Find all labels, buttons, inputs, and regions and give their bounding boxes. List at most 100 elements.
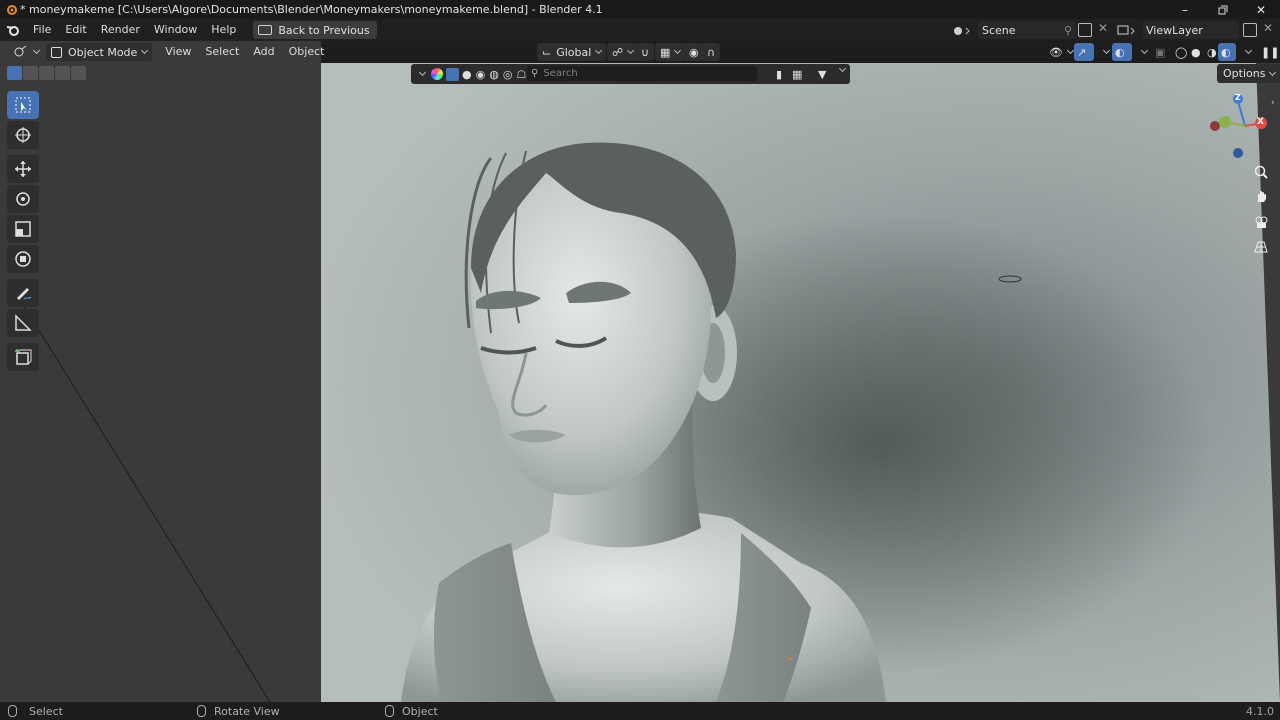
sphere2-filter-icon[interactable]: ◉ xyxy=(476,68,486,81)
delete-scene-icon[interactable]: ✕ xyxy=(1098,21,1108,35)
menu-object[interactable]: Object xyxy=(282,41,332,63)
object-filter-icon[interactable] xyxy=(446,67,459,81)
scene-field[interactable]: Scene ⚲ xyxy=(978,21,1076,39)
material-icon: ◑ xyxy=(1207,45,1217,59)
viewlayer-name: ViewLayer xyxy=(1146,23,1203,37)
screen-icon xyxy=(258,25,273,35)
navigation-gizmo[interactable]: Z X xyxy=(1205,91,1275,161)
pan-hand-icon[interactable] xyxy=(1249,184,1273,208)
sphere-filter-icon[interactable]: ● xyxy=(462,68,472,81)
gizmo-z-label: Z xyxy=(1235,93,1241,102)
render-preview xyxy=(321,63,1280,702)
restore-icon[interactable] xyxy=(1204,0,1242,19)
gizmo-x-label: X xyxy=(1257,117,1264,127)
xray-toggle[interactable]: ▣ xyxy=(1150,43,1170,61)
status-select: Select xyxy=(8,705,63,718)
select-invert-icon[interactable] xyxy=(55,66,70,80)
blender-logo-icon xyxy=(2,0,20,19)
status-rotate-label: Rotate View xyxy=(214,704,280,718)
annotate-tool[interactable] xyxy=(7,279,39,307)
select-extend-icon[interactable] xyxy=(23,66,38,80)
magnet-icon: ∪ xyxy=(641,45,650,59)
proportional-editing-toggle[interactable]: ◉ xyxy=(684,43,704,61)
selection-mode-group xyxy=(7,66,86,80)
hierarchy-icon[interactable]: ▦ xyxy=(792,68,802,81)
pivot-point-dropdown[interactable]: ☍ xyxy=(607,43,639,61)
object-mode-icon xyxy=(51,46,62,58)
mouse-right-icon xyxy=(385,705,394,717)
menu-edit[interactable]: Edit xyxy=(58,19,93,41)
overlays-icon: ◐ xyxy=(1115,45,1125,59)
transform-orientation-dropdown[interactable]: ⌙ Global xyxy=(537,43,607,61)
move-tool[interactable] xyxy=(7,155,39,183)
scene-type-icon[interactable] xyxy=(952,22,976,38)
gizmo-dropdown[interactable] xyxy=(1094,43,1114,61)
select-box-tool[interactable] xyxy=(7,91,39,119)
building-filter-icon[interactable]: ☖ xyxy=(516,68,526,81)
search-input[interactable]: ⚲ Search xyxy=(527,66,757,81)
pin-icon[interactable]: ⚲ xyxy=(1064,24,1072,37)
viewlayer-field[interactable]: ViewLayer xyxy=(1143,21,1239,39)
editor-type-button[interactable] xyxy=(8,43,44,61)
shading-dropdown[interactable] xyxy=(1236,43,1256,61)
transform-tool[interactable] xyxy=(7,245,39,273)
mouse-left-icon xyxy=(8,705,17,717)
add-cube-tool[interactable] xyxy=(7,343,39,371)
menu-file[interactable]: File xyxy=(26,19,58,41)
select-intersect-icon[interactable] xyxy=(71,66,86,80)
pause-icon: ❚❚ xyxy=(1261,45,1280,59)
measure-tool[interactable] xyxy=(7,309,39,337)
filter-dropdown-icon[interactable] xyxy=(838,64,847,73)
new-scene-icon[interactable] xyxy=(1078,23,1092,37)
snap-target-dropdown[interactable]: ▦ xyxy=(655,43,686,61)
menu-window[interactable]: Window xyxy=(147,19,204,41)
scale-tool[interactable] xyxy=(7,215,39,243)
falloff-dropdown[interactable]: ∩ xyxy=(702,43,721,61)
proportional-icon: ◉ xyxy=(689,45,699,59)
color-picker-icon[interactable] xyxy=(431,68,443,80)
mouse-middle-icon xyxy=(197,705,206,717)
pause-render-button[interactable]: ❚❚ xyxy=(1256,43,1280,61)
menu-render[interactable]: Render xyxy=(94,19,147,41)
tool-shelf xyxy=(7,91,40,373)
sphere4-filter-icon[interactable]: ◎ xyxy=(503,68,513,81)
options-dropdown[interactable]: Options xyxy=(1217,64,1280,83)
new-viewlayer-icon[interactable] xyxy=(1243,23,1257,37)
overlays-toggle[interactable]: ◐ xyxy=(1112,43,1132,61)
camera-view-icon[interactable] xyxy=(1249,210,1273,234)
pivot-icon: ☍ xyxy=(612,45,624,59)
select-subtract-icon[interactable] xyxy=(39,66,54,80)
menu-add[interactable]: Add xyxy=(246,41,281,63)
status-bar: Select Rotate View Object 4.1.0 xyxy=(0,702,1280,720)
menu-view[interactable]: View xyxy=(158,41,198,63)
bookmark-icon[interactable]: ▮ xyxy=(776,68,782,81)
filter-icon[interactable]: ▼ xyxy=(818,68,826,81)
sphere3-filter-icon[interactable]: ◍ xyxy=(489,68,499,81)
minimize-icon[interactable]: – xyxy=(1166,0,1204,19)
blender-menu-icon[interactable] xyxy=(0,24,26,36)
perspective-grid-icon[interactable] xyxy=(1249,235,1273,259)
rendered-shading-button[interactable]: ◐ xyxy=(1218,43,1236,61)
back-to-previous-label: Back to Previous xyxy=(278,23,370,37)
scene-name: Scene xyxy=(982,23,1016,37)
viewlayer-type-icon[interactable] xyxy=(1117,22,1141,38)
menu-select[interactable]: Select xyxy=(198,41,246,63)
object-mode-dropdown[interactable]: Object Mode xyxy=(46,43,153,61)
select-new-icon[interactable] xyxy=(7,66,22,80)
status-object-label: Object xyxy=(402,704,438,718)
snap-toggle[interactable]: ∪ xyxy=(636,43,655,61)
delete-viewlayer-icon[interactable]: ✕ xyxy=(1263,21,1273,35)
title-bar: * moneymakeme [C:\Users\Algore\Documents… xyxy=(0,0,1280,19)
rotate-tool[interactable] xyxy=(7,185,39,213)
3d-viewport[interactable] xyxy=(321,63,1280,702)
visibility-dropdown[interactable]: 👁 xyxy=(1044,43,1078,61)
menu-help[interactable]: Help xyxy=(204,19,243,41)
cursor-tool[interactable] xyxy=(7,121,39,149)
filter-collapse-icon[interactable] xyxy=(418,68,427,77)
overlays-dropdown[interactable] xyxy=(1132,43,1152,61)
back-to-previous-button[interactable]: Back to Previous xyxy=(253,21,377,39)
zoom-icon[interactable] xyxy=(1249,160,1273,184)
close-icon[interactable]: ✕ xyxy=(1242,0,1280,19)
gizmo-toggle[interactable]: ↗ xyxy=(1074,43,1094,61)
orientation-label: Global xyxy=(556,45,592,59)
